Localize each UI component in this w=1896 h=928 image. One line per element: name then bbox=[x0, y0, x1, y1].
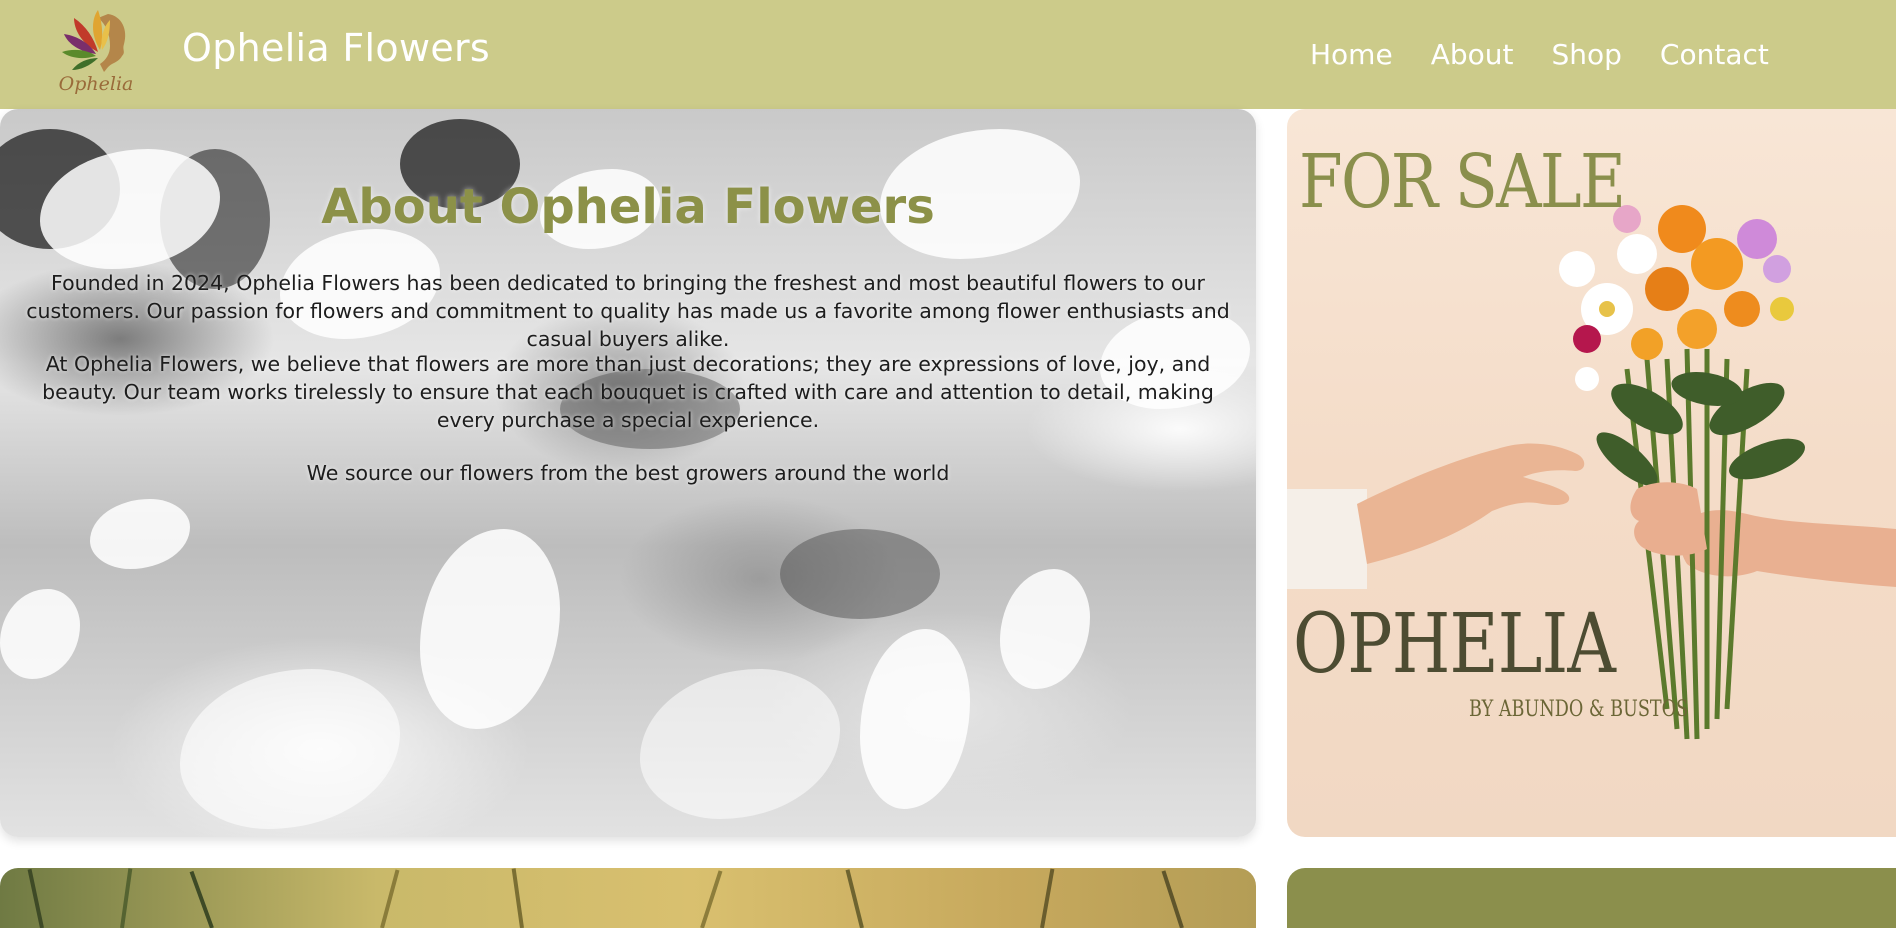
olive-info-panel bbox=[1287, 868, 1896, 928]
about-paragraph-founded: Founded in 2024, Ophelia Flowers has bee… bbox=[26, 271, 1230, 351]
about-paragraph-sourcing: We source our flowers from the best grow… bbox=[306, 461, 950, 485]
logo-text: Ophelia bbox=[59, 73, 134, 95]
nav-home-link[interactable]: Home bbox=[1310, 38, 1393, 71]
meadow-image-panel bbox=[0, 868, 1256, 928]
nav-shop-link[interactable]: Shop bbox=[1551, 38, 1621, 71]
ophelia-logo[interactable]: Ophelia bbox=[50, 4, 142, 96]
for-sale-title: FOR SALE bbox=[1299, 139, 1626, 225]
for-sale-poster[interactable]: FOR SALE OPHELIA BY ABUNDO & BUSTOS bbox=[1287, 109, 1896, 837]
about-section: About Ophelia Flowers Founded in 2024, O… bbox=[0, 109, 1256, 837]
main-nav: Home About Shop Contact bbox=[1310, 38, 1769, 71]
poster-brand-name: OPHELIA bbox=[1293, 597, 1616, 692]
poster-byline: BY ABUNDO & BUSTOS bbox=[1469, 697, 1689, 722]
nav-about-link[interactable]: About bbox=[1431, 38, 1514, 71]
brand-title[interactable]: Ophelia Flowers bbox=[182, 26, 490, 70]
site-header: Ophelia Ophelia Flowers Home About Shop … bbox=[0, 0, 1896, 109]
about-paragraph-belief: At Ophelia Flowers, we believe that flow… bbox=[42, 352, 1214, 432]
about-heading: About Ophelia Flowers bbox=[321, 179, 935, 235]
nav-contact-link[interactable]: Contact bbox=[1660, 38, 1769, 71]
